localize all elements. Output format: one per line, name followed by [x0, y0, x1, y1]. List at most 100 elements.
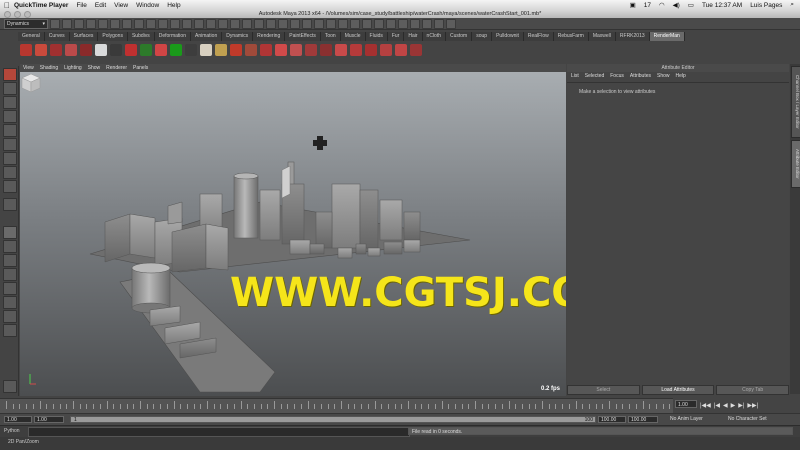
status-line-tool-icon[interactable] — [338, 18, 348, 29]
status-line-tool-icon[interactable] — [50, 18, 60, 29]
shelf-tool-icon[interactable] — [365, 43, 377, 56]
graph-editor-layout-icon[interactable] — [3, 310, 17, 323]
shelf-tool-icon[interactable] — [230, 43, 242, 56]
status-line-tool-icon[interactable] — [134, 18, 144, 29]
ae-menu-list[interactable]: List — [571, 72, 579, 80]
status-line-tool-icon[interactable] — [242, 18, 252, 29]
go-to-end-icon[interactable]: ▶▶| — [747, 402, 758, 409]
move-tool-icon[interactable] — [3, 110, 17, 123]
ae-menu-selected[interactable]: Selected — [585, 72, 604, 80]
status-line-tool-icon[interactable] — [86, 18, 96, 29]
status-line-tool-icon[interactable] — [374, 18, 384, 29]
viewport-menu-shading[interactable]: Shading — [40, 64, 58, 72]
shelf-tab-dynamics[interactable]: Dynamics — [222, 32, 254, 41]
time-slider[interactable] — [0, 398, 673, 413]
end-time-field[interactable]: 100.00 — [628, 416, 658, 423]
shelf-tool-icon[interactable] — [245, 43, 257, 56]
select-button[interactable]: Select — [567, 385, 640, 395]
spotlight-icon[interactable]: ⌕ — [790, 1, 794, 9]
anim-layer-dropdown[interactable]: No Anim Layer — [670, 416, 703, 423]
shelf-tab-toon[interactable]: Toon — [320, 32, 341, 41]
menu-help[interactable]: Help — [167, 2, 180, 9]
status-line-tool-icon[interactable] — [230, 18, 240, 29]
manipulator-tool-icon[interactable] — [3, 152, 17, 165]
command-language-toggle[interactable]: Python — [4, 428, 20, 434]
shelf-tool-icon[interactable] — [335, 43, 347, 56]
shelf-tool-icon[interactable] — [170, 43, 182, 56]
paint-select-tool-icon[interactable] — [3, 96, 17, 109]
last-tool-icon[interactable] — [3, 198, 17, 211]
status-line-tool-icon[interactable] — [302, 18, 312, 29]
shelf-tool-icon[interactable] — [260, 43, 272, 56]
viewport-menu-renderer[interactable]: Renderer — [106, 64, 127, 72]
ae-menu-focus[interactable]: Focus — [610, 72, 624, 80]
menu-edit[interactable]: Edit — [95, 2, 106, 9]
shelf-tab-rebusfarm[interactable]: RebusFarm — [553, 32, 589, 41]
status-line-tool-icon[interactable] — [62, 18, 72, 29]
shelf-tab-maxwell[interactable]: Maxwell — [588, 32, 616, 41]
start-time-field[interactable]: 1.00 — [4, 416, 32, 423]
status-line-tool-icon[interactable] — [122, 18, 132, 29]
channel-box-tab[interactable]: Channel Box / Layer Editor — [791, 66, 800, 138]
shelf-tool-icon[interactable] — [140, 43, 152, 56]
viewport-menu-view[interactable]: View — [23, 64, 34, 72]
clock[interactable]: Tue 12:37 AM — [702, 2, 742, 9]
shelf-tool-icon[interactable] — [65, 43, 77, 56]
shelf-tab-soup[interactable]: soup — [472, 32, 493, 41]
step-back-icon[interactable]: |◀ — [714, 402, 720, 409]
status-line-tool-icon[interactable] — [182, 18, 192, 29]
play-back-icon[interactable]: ◀ — [723, 402, 728, 409]
status-line-tool-icon[interactable] — [326, 18, 336, 29]
current-frame-field[interactable]: 1.00 — [675, 400, 697, 408]
status-line-tool-icon[interactable] — [110, 18, 120, 29]
shelf-tool-icon[interactable] — [110, 43, 122, 56]
shelf-tool-icon[interactable] — [20, 43, 32, 56]
status-line-tool-icon[interactable] — [206, 18, 216, 29]
lasso-tool-icon[interactable] — [3, 82, 17, 95]
shelf-tool-icon[interactable] — [395, 43, 407, 56]
shelf-tab-rendering[interactable]: Rendering — [253, 32, 286, 41]
shelf-tool-icon[interactable] — [155, 43, 167, 56]
hypershade-layout-icon[interactable] — [3, 282, 17, 295]
shelf-tab-rfrk2013[interactable]: RFRK2013 — [615, 32, 650, 41]
viewport-menu-lighting[interactable]: Lighting — [64, 64, 82, 72]
app-menu[interactable]: QuickTime Player — [14, 2, 68, 9]
shelf-tool-icon[interactable] — [320, 43, 332, 56]
attribute-editor-tab[interactable]: Attribute Editor — [791, 140, 800, 188]
shelf-tab-subdivs[interactable]: Subdivs — [127, 32, 155, 41]
zoom-window-button[interactable] — [24, 11, 31, 18]
shelf-tab-ncloth[interactable]: nCloth — [422, 32, 446, 41]
status-line-tool-icon[interactable] — [422, 18, 432, 29]
status-line-tool-icon[interactable] — [290, 18, 300, 29]
ae-menu-attributes[interactable]: Attributes — [630, 72, 651, 80]
status-line-tool-icon[interactable] — [314, 18, 324, 29]
shelf-tab-realflow[interactable]: RealFlow — [523, 32, 554, 41]
status-line-tool-icon[interactable] — [74, 18, 84, 29]
status-line-tool-icon[interactable] — [170, 18, 180, 29]
status-line-tool-icon[interactable] — [146, 18, 156, 29]
status-line-tool-icon[interactable] — [266, 18, 276, 29]
shelf-tab-deformation[interactable]: Deformation — [154, 32, 191, 41]
persp-graph-layout-icon[interactable] — [3, 268, 17, 281]
soft-mod-tool-icon[interactable] — [3, 166, 17, 179]
shelf-tool-icon[interactable] — [275, 43, 287, 56]
select-tool-icon[interactable] — [3, 68, 17, 81]
shelf-tool-icon[interactable] — [350, 43, 362, 56]
apple-icon[interactable]:  — [0, 1, 14, 10]
persp-outliner-layout-icon[interactable] — [3, 254, 17, 267]
viewport-menu-panels[interactable]: Panels — [133, 64, 148, 72]
shelf-tool-icon[interactable] — [380, 43, 392, 56]
shelf-tab-muscle[interactable]: Muscle — [340, 32, 366, 41]
view-cube-icon[interactable] — [20, 72, 42, 94]
copy-tab-button[interactable]: Copy Tab — [716, 385, 790, 395]
scale-tool-icon[interactable] — [3, 138, 17, 151]
go-to-start-icon[interactable]: |◀◀ — [700, 402, 711, 409]
status-line-tool-icon[interactable] — [218, 18, 228, 29]
rotate-tool-icon[interactable] — [3, 124, 17, 137]
shelf-tab-fur[interactable]: Fur — [387, 32, 405, 41]
menu-window[interactable]: Window — [136, 2, 159, 9]
single-perspective-layout-icon[interactable] — [3, 226, 17, 239]
shelf-tool-icon[interactable] — [305, 43, 317, 56]
ae-menu-help[interactable]: Help — [676, 72, 686, 80]
battery-icon[interactable]: ▭ — [688, 1, 694, 9]
